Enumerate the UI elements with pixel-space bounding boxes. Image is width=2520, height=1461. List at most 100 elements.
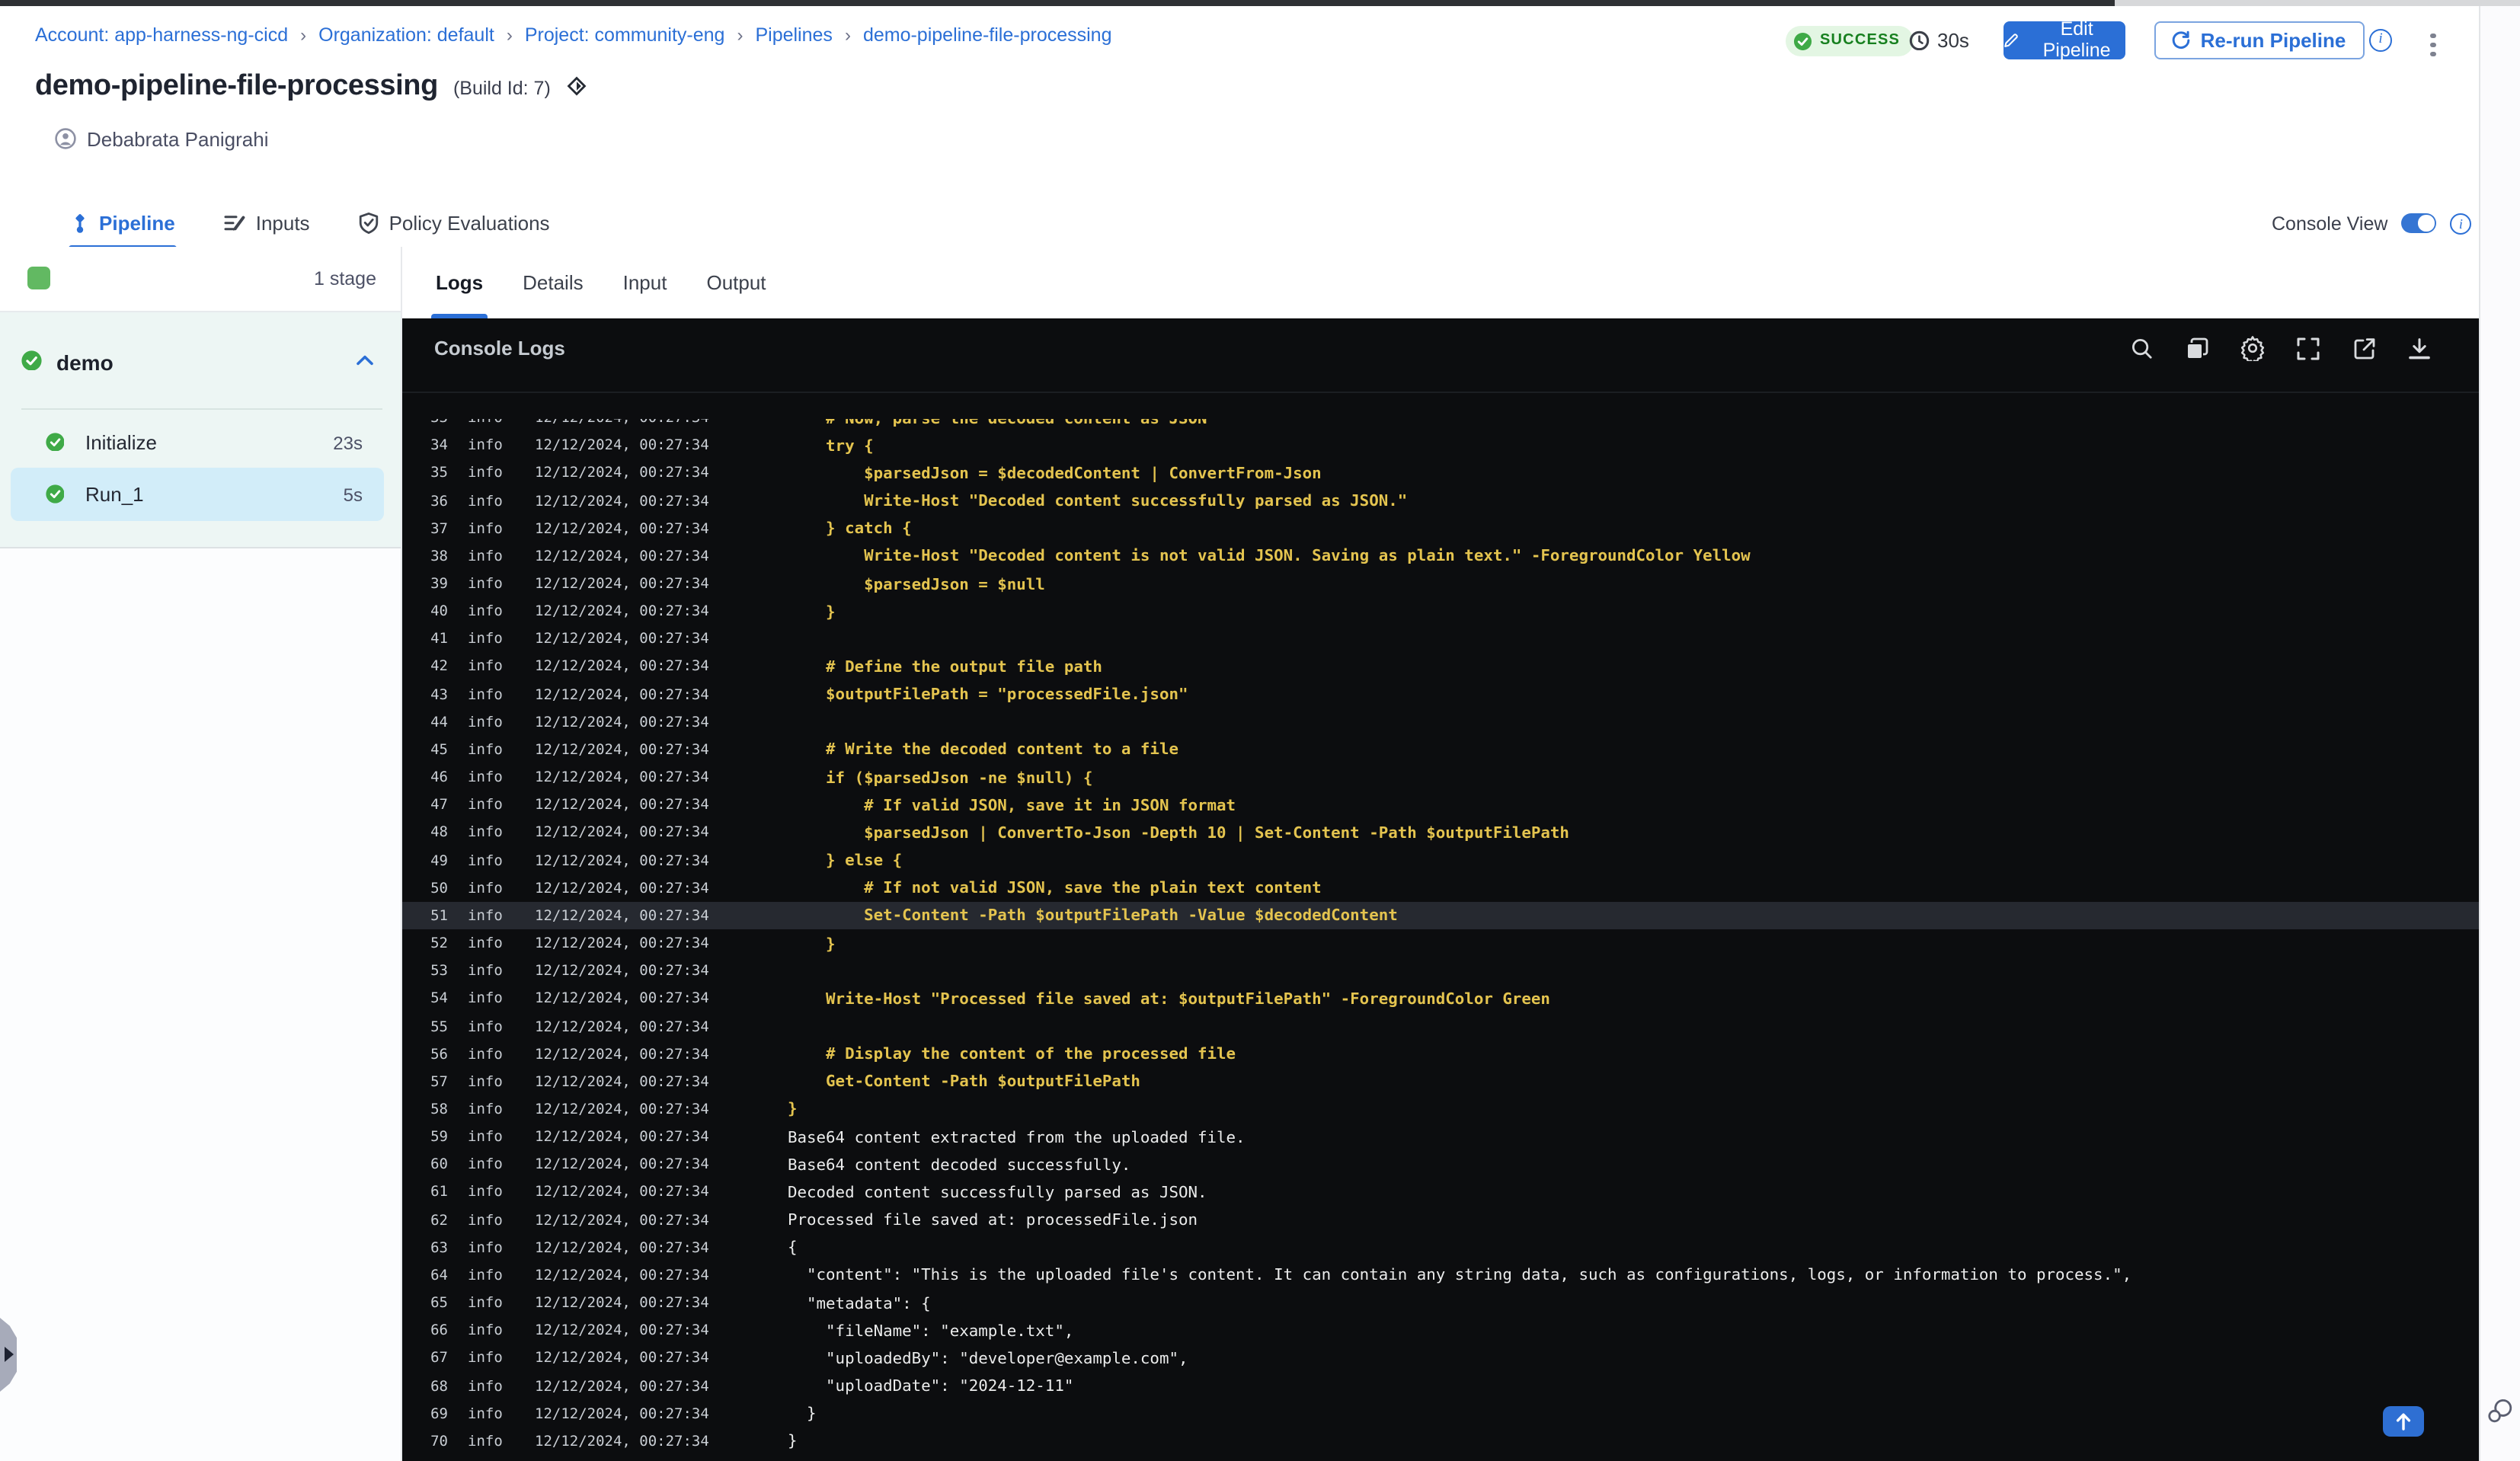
log-level: info [468,1267,503,1284]
log-timestamp: 12/12/2024, 00:27:34 [535,437,709,455]
tab-inputs[interactable]: Inputs [222,197,312,250]
log-message: } [788,1405,817,1424]
log-timestamp: 12/12/2024, 00:27:34 [535,1101,709,1118]
edit-pipeline-button[interactable]: Edit Pipeline [2004,19,2125,62]
console-panel: Console Logs 33 info 12/12/2024, 00:27:34 … [402,318,2478,1461]
log-message: } [788,1432,798,1451]
log-line: 40 info 12/12/2024, 00:27:34 } [402,598,2478,625]
log-line: 35 info 12/12/2024, 00:27:34 $parsedJson =… [402,460,2478,488]
log-level: info [468,797,503,814]
stage-name: demo [56,350,114,375]
log-line-number: 61 [430,1184,448,1201]
rerun-pipeline-button[interactable]: Re-run Pipeline [2154,21,2364,59]
log-line: 69 info 12/12/2024, 00:27:34 } [402,1400,2478,1427]
pencil-icon [2004,33,2018,47]
log-timestamp: 12/12/2024, 00:27:34 [535,686,709,704]
duration-text: 30s [1937,29,1969,52]
log-line-number: 47 [430,797,448,814]
log-timestamp: 12/12/2024, 00:27:34 [535,769,709,787]
console-tabs-bar: Logs Details Input Output [402,246,2478,319]
execution-header: Account: app-harness-ng-cicd › Organizatio… [0,5,2478,252]
more-options-menu-icon[interactable] [2422,31,2444,62]
log-level: info [468,1405,503,1423]
log-line: 56 info 12/12/2024, 00:27:34 # Display the… [402,1041,2478,1068]
step-row-initialize[interactable]: Initialize 23s [10,416,384,468]
log-line-number: 58 [430,1101,448,1118]
chevron-up-icon[interactable] [357,355,373,366]
open-in-new-icon[interactable] [2351,335,2377,361]
log-level: info [468,1156,503,1174]
console-tab-logs[interactable]: Logs [430,246,488,319]
log-line-number: 35 [430,465,448,482]
play-triangle-icon [4,1347,13,1362]
fullscreen-icon[interactable] [2295,335,2321,361]
stage-summary: 1 stage [0,246,401,312]
log-line-number: 33 [430,418,448,427]
log-timestamp: 12/12/2024, 00:27:34 [535,1267,709,1284]
settings-icon[interactable] [2240,335,2266,361]
log-message: $parsedJson = $null [788,575,1045,594]
tab-pipeline[interactable]: Pipeline [69,197,177,251]
log-level: info [468,935,503,953]
log-line-number: 70 [430,1433,448,1450]
stage-group-header[interactable]: demo [0,312,401,408]
tab-policy-evaluations[interactable]: Policy Evaluations [357,197,552,250]
log-level: info [468,963,503,980]
log-timestamp: 12/12/2024, 00:27:34 [535,548,709,565]
download-icon[interactable] [2406,335,2432,361]
log-timestamp: 12/12/2024, 00:27:34 [535,1212,709,1229]
copy-icon[interactable] [2184,335,2210,361]
status-badge: SUCCESS [1786,25,1914,56]
log-message: # Display the content of the processed f… [788,1045,1236,1064]
log-line-number: 65 [430,1295,448,1312]
log-message: # Define the output file path [788,657,1102,676]
log-timestamp: 12/12/2024, 00:27:34 [535,1073,709,1091]
log-line-number: 46 [430,769,448,787]
step-list: Initialize 23s Run_1 5s [0,416,401,521]
log-message: Write-Host "Decoded content is not valid… [788,547,1751,566]
log-message: $parsedJson = $decodedContent | ConvertF… [788,464,1322,483]
log-message: if ($parsedJson -ne $null) { [788,769,1093,788]
log-message: Set-Content -Path $outputFilePath -Value… [788,906,1398,926]
console-tab-input[interactable]: Input [622,246,669,318]
log-level: info [468,1212,503,1229]
log-line: 34 info 12/12/2024, 00:27:34 try { [402,432,2478,459]
header-actions: SUCCESS 30s Edit Pipeline Re-run Pipelin… [0,5,2478,78]
log-line: 68 info 12/12/2024, 00:27:34 "uploadDate":… [402,1373,2478,1400]
log-level: info [468,1433,503,1450]
log-message: "content": "This is the uploaded file's … [788,1266,2132,1285]
log-line: 33 info 12/12/2024, 00:27:34 # Now, parse … [402,418,2478,432]
support-chat-icon[interactable] [2486,1399,2513,1424]
log-timestamp: 12/12/2024, 00:27:34 [535,1405,709,1423]
log-level: info [468,603,503,621]
duration: 30s [1909,29,1969,52]
scroll-to-top-button[interactable] [2383,1405,2424,1437]
log-level: info [468,658,503,676]
log-line-number: 64 [430,1267,448,1284]
log-line-number: 49 [430,852,448,870]
log-level: info [468,1239,503,1257]
log-line-number: 59 [430,1129,448,1146]
page-title: demo-pipeline-file-processing [35,69,438,101]
step-row-run_1[interactable]: Run_1 5s [10,468,384,521]
log-line-number: 55 [430,1018,448,1036]
log-level: info [468,769,503,787]
log-level: info [468,686,503,704]
log-message: Decoded content successfully parsed as J… [788,1183,1207,1202]
console-view-toggle[interactable] [2401,213,2437,234]
log-level: info [468,520,503,538]
status-text: SUCCESS [1820,32,1901,50]
log-line-number: 43 [430,686,448,704]
search-icon[interactable] [2128,335,2154,361]
log-line: 57 info 12/12/2024, 00:27:34 Get-Content -… [402,1069,2478,1096]
log-line: 66 info 12/12/2024, 00:27:34 "fileName": "… [402,1317,2478,1344]
console-tab-output[interactable]: Output [705,246,767,318]
console-view-info-icon[interactable]: i [2450,213,2472,235]
log-timestamp: 12/12/2024, 00:27:34 [535,1378,709,1395]
rerun-info-icon[interactable]: i [2369,28,2392,51]
log-line-number: 37 [430,520,448,538]
log-level: info [468,880,503,897]
console-tab-details[interactable]: Details [521,246,585,318]
log-viewport[interactable]: 33 info 12/12/2024, 00:27:34 # Now, parse … [402,418,2478,1461]
log-line: 48 info 12/12/2024, 00:27:34 $parsedJson |… [402,820,2478,847]
